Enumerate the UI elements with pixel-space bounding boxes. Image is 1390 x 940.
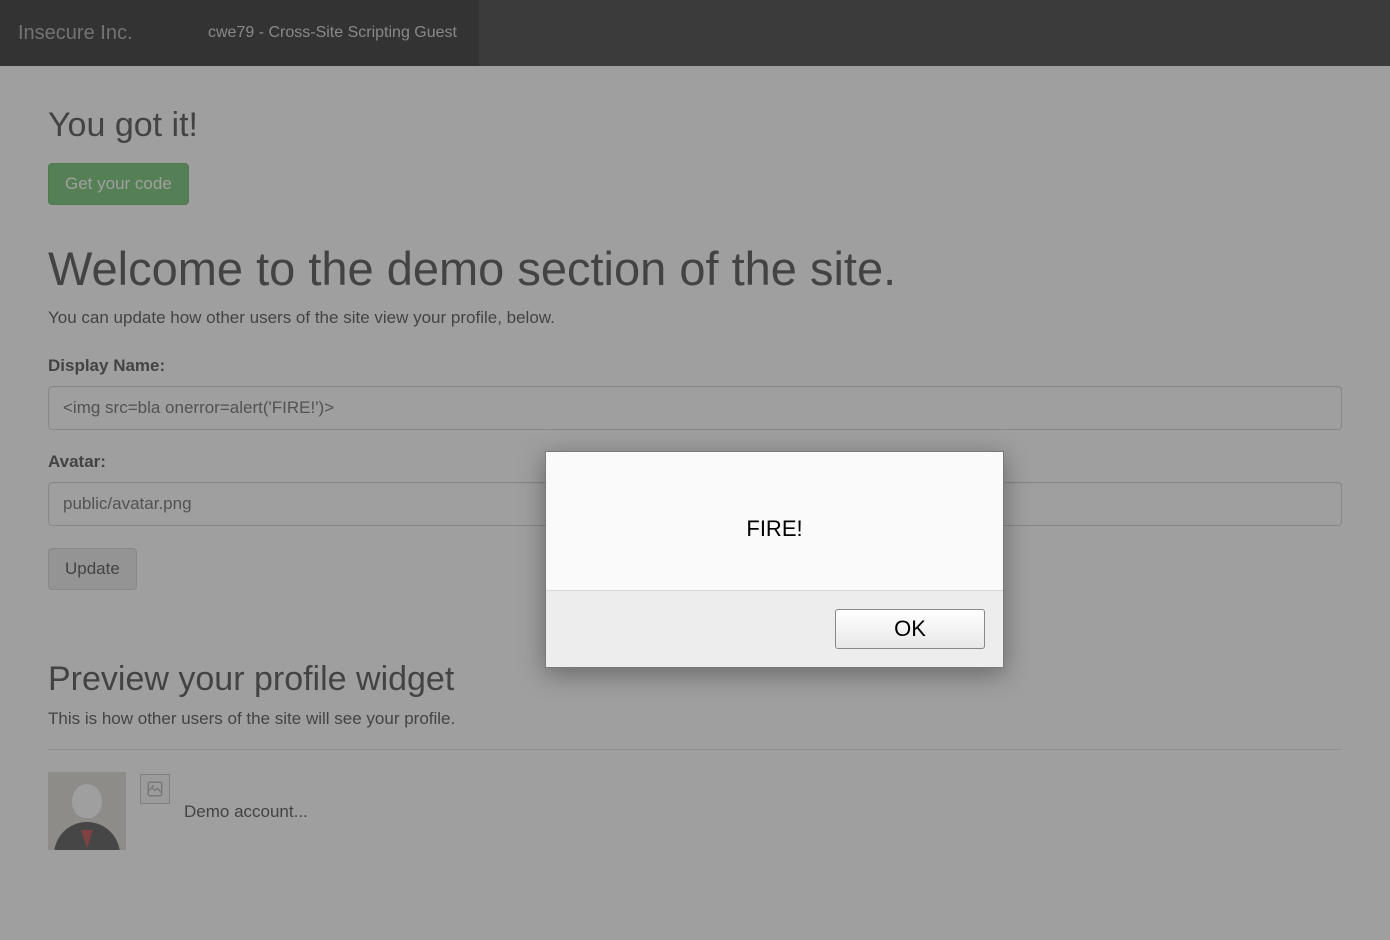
alert-message: FIRE! — [546, 452, 1003, 590]
alert-actions: OK — [546, 590, 1003, 667]
alert-ok-button[interactable]: OK — [835, 609, 985, 649]
modal-overlay: FIRE! OK — [0, 0, 1390, 940]
alert-dialog: FIRE! OK — [545, 451, 1004, 668]
